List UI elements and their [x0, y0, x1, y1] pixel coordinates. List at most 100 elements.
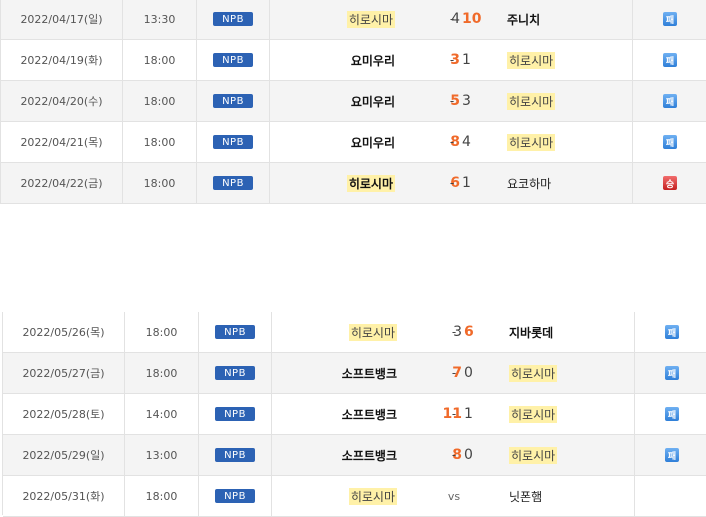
league-cell: NPB: [197, 40, 270, 80]
table-row: 2022/05/26(목) 18:00 NPB 히로시마 3-6 지바롯데 패: [3, 312, 706, 353]
result-cell: 패: [633, 81, 706, 121]
result-lose-icon: 패: [663, 94, 677, 108]
away-score: 1: [462, 175, 471, 191]
table-row: 2022/04/19(화) 18:00 NPB 요미우리 3-1 히로시마 패: [1, 40, 706, 81]
score-separator: -: [451, 366, 457, 380]
home-team[interactable]: 히로시마: [346, 174, 395, 192]
table-row: 2022/04/22(금) 18:00 NPB 히로시마 6-1 요코하마 승: [1, 163, 706, 204]
league-cell: NPB: [199, 476, 272, 516]
result-cell: 승: [633, 163, 706, 203]
league-badge[interactable]: NPB: [213, 94, 253, 108]
league-badge[interactable]: NPB: [215, 448, 255, 462]
away-score: 4: [462, 134, 471, 150]
match-time: 18:00: [125, 353, 199, 393]
home-team[interactable]: 요미우리: [351, 93, 395, 110]
away-team[interactable]: 히로시마: [509, 364, 558, 382]
home-team[interactable]: 요미우리: [351, 52, 395, 69]
away-team[interactable]: 주니치: [507, 11, 540, 28]
score-separator: -: [451, 448, 457, 462]
match-date: 2022/04/19(화): [1, 40, 123, 80]
match-date: 2022/04/22(금): [1, 163, 123, 203]
match-date: 2022/05/26(목): [3, 312, 125, 352]
score-separator: -: [449, 135, 455, 149]
result-cell: 패: [635, 353, 706, 393]
league-badge[interactable]: NPB: [213, 176, 253, 190]
away-team[interactable]: 히로시마: [509, 405, 558, 423]
match-date: 2022/04/17(일): [1, 0, 123, 39]
home-team[interactable]: 소프트뱅크: [342, 447, 397, 464]
schedule-table-may: 2022/05/26(목) 18:00 NPB 히로시마 3-6 지바롯데 패 2022/05…: [2, 312, 706, 517]
away-team[interactable]: 요코하마: [507, 175, 551, 192]
matchup-cell: 히로시마 4-10 주니치: [270, 0, 633, 39]
result-lose-icon: 패: [665, 407, 679, 421]
matchup-cell: 히로시마 vs 닛폰햄: [272, 476, 635, 516]
away-team[interactable]: 히로시마: [507, 133, 556, 151]
home-team[interactable]: 히로시마: [346, 10, 395, 28]
league-cell: NPB: [197, 0, 270, 39]
league-badge[interactable]: NPB: [215, 366, 255, 380]
result-cell: 패: [635, 435, 706, 475]
matchup-cell: 소프트뱅크 7-0 히로시마: [272, 353, 635, 393]
match-time: 18:00: [125, 476, 199, 516]
league-cell: NPB: [197, 163, 270, 203]
matchup-cell: 히로시마 6-1 요코하마: [270, 163, 633, 203]
league-cell: NPB: [199, 353, 272, 393]
table-row: 2022/04/20(수) 18:00 NPB 요미우리 5-3 히로시마 패: [1, 81, 706, 122]
score-separator: -: [449, 176, 455, 190]
result-cell: 패: [635, 394, 706, 434]
home-team[interactable]: 히로시마: [348, 323, 397, 341]
match-date: 2022/05/31(화): [3, 476, 125, 516]
league-badge[interactable]: NPB: [213, 135, 253, 149]
home-team[interactable]: 히로시마: [348, 487, 397, 505]
table-row: 2022/05/29(일) 13:00 NPB 소프트뱅크 8-0 히로시마 패: [3, 435, 706, 476]
table-row: 2022/05/31(화) 18:00 NPB 히로시마 vs 닛폰햄: [3, 476, 706, 517]
score-separator: -: [451, 407, 457, 421]
result-cell: 패: [633, 122, 706, 162]
away-team[interactable]: 히로시마: [509, 446, 558, 464]
league-badge[interactable]: NPB: [215, 325, 255, 339]
matchup-cell: 히로시마 3-6 지바롯데: [272, 312, 635, 352]
score-separator: -: [451, 325, 457, 339]
matchup-cell: 요미우리 5-3 히로시마: [270, 81, 633, 121]
result-lose-icon: 패: [663, 12, 677, 26]
result-cell: 패: [633, 0, 706, 39]
match-time: 18:00: [123, 81, 197, 121]
home-team[interactable]: 소프트뱅크: [342, 365, 397, 382]
result-lose-icon: 패: [663, 135, 677, 149]
match-date: 2022/05/27(금): [3, 353, 125, 393]
league-badge[interactable]: NPB: [213, 12, 253, 26]
home-team[interactable]: 요미우리: [351, 134, 395, 151]
away-score: 1: [464, 406, 473, 422]
away-team[interactable]: 닛폰햄: [509, 488, 542, 505]
matchup-cell: 소프트뱅크 11-1 히로시마: [272, 394, 635, 434]
match-time: 18:00: [125, 312, 199, 352]
match-time: 18:00: [123, 40, 197, 80]
table-row: 2022/05/28(토) 14:00 NPB 소프트뱅크 11-1 히로시마 패: [3, 394, 706, 435]
away-team[interactable]: 히로시마: [507, 92, 556, 110]
match-date: 2022/05/28(토): [3, 394, 125, 434]
league-badge[interactable]: NPB: [213, 53, 253, 67]
league-cell: NPB: [197, 122, 270, 162]
away-team[interactable]: 지바롯데: [509, 324, 553, 341]
result-lose-icon: 패: [665, 366, 679, 380]
away-score: 10: [462, 11, 482, 27]
away-score: 0: [464, 447, 473, 463]
away-team[interactable]: 히로시마: [507, 51, 556, 69]
league-cell: NPB: [199, 435, 272, 475]
match-time: 13:00: [125, 435, 199, 475]
matchup-cell: 요미우리 8-4 히로시마: [270, 122, 633, 162]
result-lose-icon: 패: [665, 448, 679, 462]
result-cell: 패: [633, 40, 706, 80]
league-badge[interactable]: NPB: [215, 407, 255, 421]
result-win-icon: 승: [663, 176, 677, 190]
match-date: 2022/04/21(목): [1, 122, 123, 162]
home-team[interactable]: 소프트뱅크: [342, 406, 397, 423]
matchup-cell: 소프트뱅크 8-0 히로시마: [272, 435, 635, 475]
score-separator: -: [449, 94, 455, 108]
league-badge[interactable]: NPB: [215, 489, 255, 503]
league-cell: NPB: [199, 312, 272, 352]
result-lose-icon: 패: [665, 325, 679, 339]
away-score: 3: [462, 93, 471, 109]
match-date: 2022/04/20(수): [1, 81, 123, 121]
match-time: 13:30: [123, 0, 197, 39]
